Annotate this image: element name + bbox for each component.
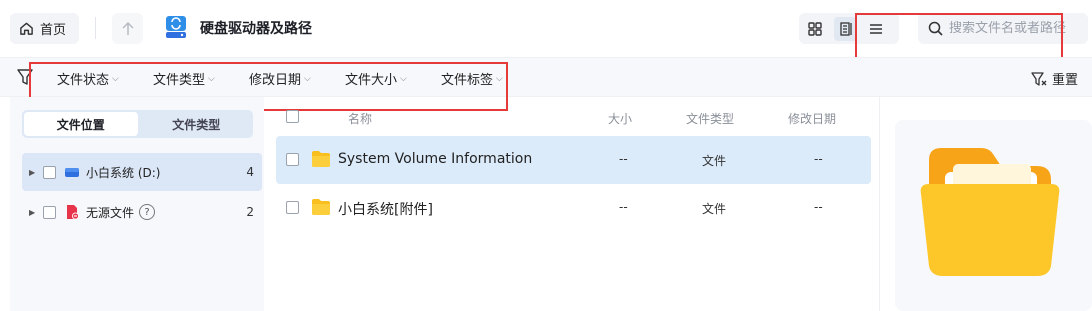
list-view-button[interactable] — [864, 17, 888, 41]
list-header: 名称 大小 文件类型 修改日期 — [276, 104, 872, 130]
chevron-down-icon: ⌵ — [208, 73, 215, 84]
filter-file-tag-label: 文件标签 — [441, 73, 494, 88]
grid-view-button[interactable] — [803, 17, 827, 41]
column-header-size[interactable]: 大小 — [608, 110, 632, 127]
preview-divider — [879, 97, 880, 311]
orphan-file-icon — [67, 205, 79, 220]
select-all-checkbox[interactable] — [286, 110, 299, 123]
sidebar-tabs: 文件位置 文件类型 — [22, 110, 253, 138]
sidebar-item-label: 小白系统 (D:) — [86, 165, 161, 180]
folder-icon — [312, 151, 330, 167]
item-count: 4 — [246, 165, 254, 179]
sidebar-item-drive-d[interactable]: ▶ 小白系统 (D:) 4 — [22, 153, 262, 191]
filter-bar: 文件状态 ⌵ 文件类型 ⌵ 修改日期 ⌵ 文件大小 ⌵ 文件标签 ⌵ 重置 — [0, 57, 1092, 97]
column-header-type[interactable]: 文件类型 — [686, 110, 734, 127]
checkbox[interactable] — [43, 165, 56, 179]
search-input[interactable] — [949, 21, 1084, 36]
sidebar-item-label: 无源文件 — [86, 205, 135, 220]
checkbox[interactable] — [43, 205, 56, 219]
row-checkbox[interactable] — [286, 153, 299, 166]
filter-modified-date[interactable]: 修改日期 ⌵ — [249, 69, 311, 88]
row-checkbox[interactable] — [286, 201, 299, 214]
toolbar-divider — [95, 17, 96, 39]
filter-file-size[interactable]: 文件大小 ⌵ — [345, 69, 407, 88]
reset-button[interactable]: 重置 — [1031, 69, 1078, 88]
caret-right-icon[interactable]: ▶ — [29, 208, 39, 217]
search-box — [918, 13, 1088, 44]
clear-filter-icon — [1031, 71, 1047, 86]
help-icon[interactable]: ? — [139, 204, 156, 220]
chevron-down-icon: ⌵ — [400, 73, 407, 84]
drive-icon — [65, 168, 79, 177]
filter-icon — [17, 69, 33, 85]
filter-file-status[interactable]: 文件状态 ⌵ — [57, 69, 119, 88]
file-modified: -- — [814, 200, 823, 214]
home-label: 首页 — [40, 23, 67, 38]
column-header-name[interactable]: 名称 — [348, 110, 372, 127]
chevron-down-icon: ⌵ — [496, 73, 503, 84]
file-type: 文件 — [702, 154, 727, 168]
item-count: 2 — [246, 205, 254, 219]
file-size: -- — [619, 200, 628, 214]
top-toolbar: 首页 硬盘驱动器及路径 — [0, 0, 1092, 56]
search-icon — [928, 21, 943, 36]
filter-file-type-label: 文件类型 — [153, 73, 206, 88]
large-folder-icon — [920, 148, 1060, 276]
filter-modified-date-label: 修改日期 — [249, 73, 302, 88]
caret-right-icon[interactable]: ▶ — [29, 168, 39, 177]
preview-panel — [895, 120, 1092, 311]
detail-view-icon — [839, 21, 852, 36]
filter-file-type[interactable]: 文件类型 ⌵ — [153, 69, 215, 88]
filter-file-status-label: 文件状态 — [57, 73, 110, 88]
arrow-up-icon — [121, 21, 134, 35]
up-button[interactable] — [112, 13, 143, 44]
home-icon — [20, 22, 33, 35]
tab-file-type[interactable]: 文件类型 — [140, 110, 254, 138]
page-title: 硬盘驱动器及路径 — [200, 21, 312, 37]
file-name: System Volume Information — [338, 151, 533, 167]
chevron-down-icon: ⌵ — [112, 73, 119, 84]
file-modified: -- — [814, 152, 823, 166]
file-type: 文件 — [702, 202, 727, 216]
file-name: 小白系统[附件] — [338, 202, 433, 218]
sidebar-item-orphan-files[interactable]: ▶ 无源文件 ? 2 — [22, 193, 262, 231]
table-row[interactable]: System Volume Information -- 文件 -- — [276, 136, 871, 184]
filter-file-size-label: 文件大小 — [345, 73, 398, 88]
view-switcher — [799, 13, 899, 44]
list-view-icon — [870, 23, 883, 34]
column-header-modified[interactable]: 修改日期 — [788, 110, 836, 127]
file-size: -- — [619, 152, 628, 166]
sidebar: 文件位置 文件类型 ▶ 小白系统 (D:) 4 ▶ 无源文件 ? 2 — [10, 97, 264, 311]
table-row[interactable]: 小白系统[附件] -- 文件 -- — [276, 184, 871, 232]
drive-icon — [166, 16, 186, 38]
filter-file-tag[interactable]: 文件标签 ⌵ — [441, 69, 503, 88]
home-button[interactable]: 首页 — [10, 13, 79, 44]
chevron-down-icon: ⌵ — [304, 73, 311, 84]
folder-icon — [312, 199, 330, 215]
reset-label: 重置 — [1052, 73, 1079, 88]
detail-view-button[interactable] — [833, 16, 858, 41]
tab-file-location[interactable]: 文件位置 — [24, 112, 138, 136]
grid-view-icon — [808, 21, 822, 36]
